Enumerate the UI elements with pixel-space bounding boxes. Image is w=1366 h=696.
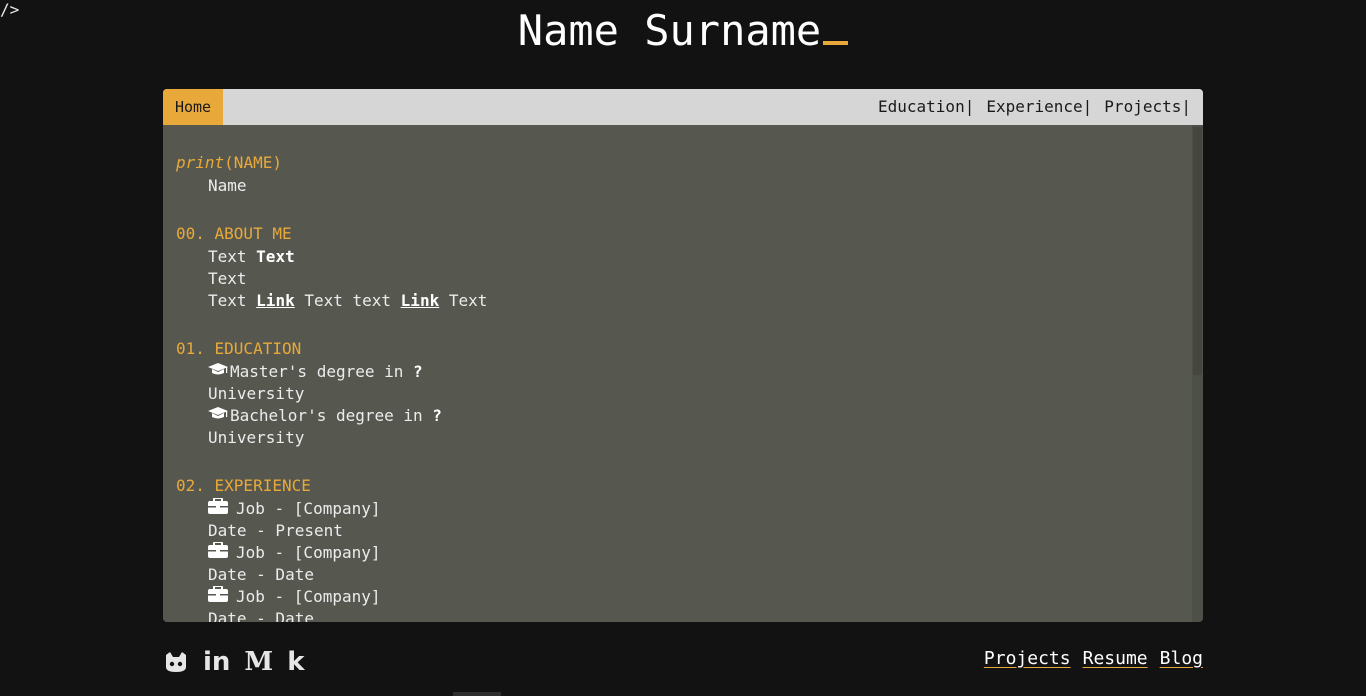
about-link-1[interactable]: Link — [256, 291, 295, 310]
nav-link-experience[interactable]: Experience| — [986, 89, 1092, 125]
name-value: Name — [208, 176, 247, 195]
briefcase-icon — [208, 585, 236, 608]
footer-link-blog[interactable]: Blog — [1160, 648, 1203, 669]
content-panel: print(NAME) Name 00. ABOUT ME Text Text … — [163, 125, 1192, 622]
kaggle-icon[interactable]: k — [287, 646, 304, 678]
content-scrollbar[interactable] — [1192, 125, 1203, 622]
about-text: Text — [439, 291, 488, 310]
footer-link-resume[interactable]: Resume — [1083, 648, 1148, 669]
site-title: Name Surname — [0, 4, 1366, 58]
nav-link-education[interactable]: Education| — [878, 89, 974, 125]
tab-home[interactable]: Home — [163, 89, 223, 125]
education-degree-1: Master's degree in ? — [176, 361, 1179, 383]
degree-field: ? — [413, 362, 423, 381]
degree-field: ? — [432, 406, 442, 425]
print-statement: print(NAME) — [176, 151, 1179, 175]
briefcase-icon — [208, 497, 236, 520]
medium-icon[interactable]: M — [244, 646, 273, 678]
education-heading: 01. EDUCATION — [176, 339, 302, 358]
about-text: Text — [208, 247, 257, 266]
briefcase-icon — [208, 541, 236, 564]
site-title-text: Name Surname — [517, 6, 822, 55]
about-line-3: Text Link Text text Link Text — [176, 290, 1179, 312]
experience-job-2: Job - [Company] — [176, 541, 1179, 564]
linkedin-icon[interactable]: in — [203, 646, 230, 678]
experience-job-3: Job - [Company] — [176, 585, 1179, 608]
graduation-cap-icon — [208, 361, 230, 383]
degree-label: Master's degree in — [230, 362, 414, 381]
job-title: Job - [Company] — [236, 587, 381, 606]
github-icon[interactable] — [163, 649, 189, 675]
experience-date-2: Date - Date — [208, 565, 314, 584]
job-title: Job - [Company] — [236, 543, 381, 562]
about-heading: 00. ABOUT ME — [176, 224, 292, 243]
print-function: print — [176, 153, 225, 172]
about-text: Text — [208, 291, 257, 310]
degree-label: Bachelor's degree in — [230, 406, 433, 425]
footer-links: Projects Resume Blog — [984, 648, 1203, 669]
education-degree-2: Bachelor's degree in ? — [176, 405, 1179, 427]
title-cursor — [823, 41, 849, 45]
terminal-window: Home Education| Experience| Projects| pr… — [163, 89, 1203, 622]
experience-job-1: Job - [Company] — [176, 497, 1179, 520]
print-argument: (NAME) — [224, 153, 282, 172]
nav-link-projects[interactable]: Projects| — [1104, 89, 1191, 125]
bottom-scroll-indicator — [453, 692, 501, 696]
job-title: Job - [Company] — [236, 499, 381, 518]
about-bold-text: Text — [256, 247, 295, 266]
scrollbar-thumb[interactable] — [1193, 127, 1202, 375]
top-nav: Home Education| Experience| Projects| — [163, 89, 1203, 125]
about-text: Text text — [294, 291, 401, 310]
about-link-2[interactable]: Link — [401, 291, 440, 310]
social-links: in M k — [163, 645, 305, 679]
education-school-1: University — [208, 384, 305, 403]
experience-heading: 02. EXPERIENCE — [176, 476, 311, 495]
about-line-1: Text Text — [176, 246, 1179, 268]
experience-date-1: Date - Present — [208, 521, 343, 540]
footer-link-projects[interactable]: Projects — [984, 648, 1071, 669]
experience-date-3: Date - Date — [208, 609, 314, 622]
top-nav-links: Education| Experience| Projects| — [878, 89, 1191, 125]
graduation-cap-icon — [208, 405, 230, 427]
education-school-2: University — [208, 428, 305, 447]
about-line-2: Text — [208, 269, 247, 288]
